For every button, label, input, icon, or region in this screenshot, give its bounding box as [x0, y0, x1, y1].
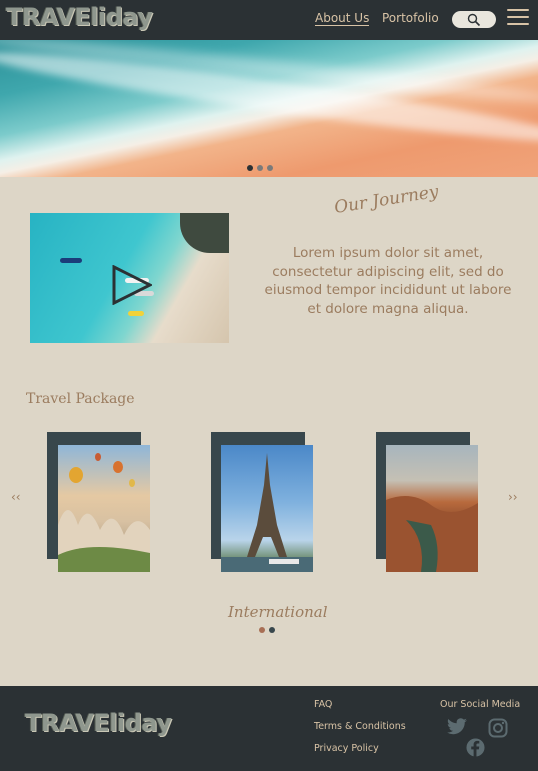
- journey-description: Lorem ipsum dolor sit amet, consectetur …: [264, 245, 512, 317]
- hero-banner-image: [0, 40, 538, 177]
- travel-package-title: Travel Package: [26, 391, 135, 407]
- carousel-dot-1[interactable]: [247, 165, 253, 171]
- instagram-icon[interactable]: [488, 718, 508, 738]
- footer-link-faq[interactable]: FAQ: [314, 699, 332, 710]
- footer: TRAVEliday FAQ Terms & Conditions Privac…: [0, 686, 538, 771]
- top-navbar: TRAVEliday About Us Portofolio: [0, 0, 538, 40]
- footer-logo[interactable]: TRAVEliday: [25, 709, 172, 737]
- nav-portfolio-link[interactable]: Portofolio: [382, 11, 439, 25]
- play-icon[interactable]: [112, 265, 152, 305]
- package-dot-1[interactable]: [259, 627, 265, 633]
- twitter-icon[interactable]: [446, 718, 468, 736]
- facebook-icon[interactable]: [466, 738, 485, 757]
- search-button[interactable]: [452, 11, 496, 28]
- next-arrow-icon[interactable]: ››: [508, 490, 518, 504]
- package-card-canyon[interactable]: [386, 445, 478, 572]
- search-icon: [467, 13, 481, 27]
- package-card-paris[interactable]: [221, 445, 313, 572]
- carousel-dot-3[interactable]: [267, 165, 273, 171]
- nav-about-us-link[interactable]: About Us: [315, 11, 370, 26]
- prev-arrow-icon[interactable]: ‹‹: [11, 490, 21, 504]
- package-dot-2[interactable]: [269, 627, 275, 633]
- hamburger-menu-icon[interactable]: [507, 9, 529, 27]
- logo[interactable]: TRAVEliday: [6, 3, 153, 31]
- package-category-label: International: [228, 603, 328, 621]
- package-carousel-dots[interactable]: [259, 627, 275, 633]
- hero-carousel-dots[interactable]: [247, 165, 273, 171]
- social-media-title: Our Social Media: [440, 699, 521, 710]
- package-card-cappadocia[interactable]: [58, 445, 150, 572]
- footer-link-privacy[interactable]: Privacy Policy: [314, 743, 379, 754]
- footer-link-terms[interactable]: Terms & Conditions: [314, 721, 406, 732]
- carousel-dot-2[interactable]: [257, 165, 263, 171]
- journey-title: Our Journey: [332, 181, 440, 218]
